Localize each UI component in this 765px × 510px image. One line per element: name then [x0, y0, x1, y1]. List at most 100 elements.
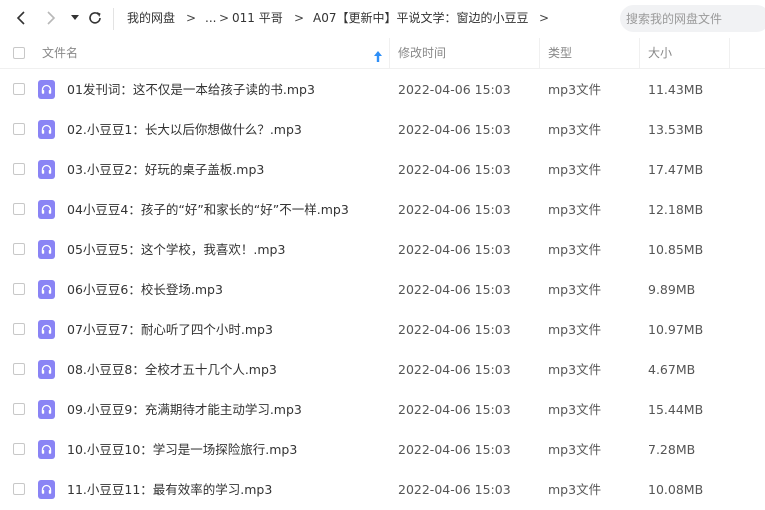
file-name[interactable]: 09.小豆豆9：充满期待才能主动学习.mp3: [67, 402, 302, 418]
audio-file-icon: [38, 280, 55, 299]
audio-file-icon: [38, 440, 55, 459]
file-modified: 2022-04-06 15:03: [398, 322, 511, 337]
row-checkbox[interactable]: [13, 323, 25, 335]
select-all-checkbox[interactable]: [13, 47, 25, 59]
file-row[interactable]: 03.小豆豆2：好玩的桌子盖板.mp3 2022-04-06 15:03 mp3…: [0, 150, 765, 190]
column-header-size[interactable]: 大小: [648, 38, 672, 68]
file-row[interactable]: 09.小豆豆9：充满期待才能主动学习.mp3 2022-04-06 15:03 …: [0, 390, 765, 430]
breadcrumb-separator: >: [294, 11, 305, 25]
row-checkbox[interactable]: [13, 243, 25, 255]
file-type: mp3文件: [548, 162, 602, 177]
file-type: mp3文件: [548, 242, 602, 257]
row-checkbox[interactable]: [13, 283, 25, 295]
audio-file-icon: [38, 400, 55, 419]
file-name[interactable]: 03.小豆豆2：好玩的桌子盖板.mp3: [67, 162, 264, 178]
toolbar-divider: [113, 8, 114, 30]
column-header-name[interactable]: 文件名: [42, 38, 78, 68]
file-modified: 2022-04-06 15:03: [398, 282, 511, 297]
forward-arrow-icon[interactable]: [42, 8, 60, 28]
breadcrumb-ellipsis[interactable]: ...: [205, 10, 216, 26]
audio-file-icon: [38, 240, 55, 259]
breadcrumb-item-level1[interactable]: 011 平哥: [232, 10, 283, 26]
file-modified: 2022-04-06 15:03: [398, 482, 511, 497]
file-list-header: 文件名 修改时间 类型 大小: [0, 38, 765, 69]
back-arrow-icon[interactable]: [12, 8, 30, 28]
audio-file-icon: [38, 120, 55, 139]
column-divider[interactable]: [729, 38, 730, 68]
file-size: 15.44MB: [648, 402, 704, 417]
row-checkbox[interactable]: [13, 203, 25, 215]
file-type: mp3文件: [548, 322, 602, 337]
row-checkbox[interactable]: [13, 163, 25, 175]
file-modified: 2022-04-06 15:03: [398, 442, 511, 457]
file-row[interactable]: 04小豆豆4：孩子的“好”和家长的“好”不一样.mp3 2022-04-06 1…: [0, 190, 765, 230]
search-box: [620, 5, 765, 32]
file-name[interactable]: 10.小豆豆10：学习是一场探险旅行.mp3: [67, 442, 297, 458]
file-name[interactable]: 04小豆豆4：孩子的“好”和家长的“好”不一样.mp3: [67, 202, 349, 218]
file-name[interactable]: 11.小豆豆11：最有效率的学习.mp3: [67, 482, 272, 498]
row-checkbox[interactable]: [13, 403, 25, 415]
file-size: 10.08MB: [648, 482, 704, 497]
file-size: 13.53MB: [648, 122, 704, 137]
file-modified: 2022-04-06 15:03: [398, 82, 511, 97]
file-row[interactable]: 07小豆豆7：耐心听了四个小时.mp3 2022-04-06 15:03 mp3…: [0, 310, 765, 350]
audio-file-icon: [38, 480, 55, 499]
file-name[interactable]: 07小豆豆7：耐心听了四个小时.mp3: [67, 322, 273, 338]
file-type: mp3文件: [548, 202, 602, 217]
file-row[interactable]: 05小豆豆5：这个学校，我喜欢！.mp3 2022-04-06 15:03 mp…: [0, 230, 765, 270]
file-type: mp3文件: [548, 282, 602, 297]
audio-file-icon: [38, 160, 55, 179]
file-size: 9.89MB: [648, 282, 696, 297]
file-size: 12.18MB: [648, 202, 704, 217]
sort-ascending-icon[interactable]: [373, 47, 383, 66]
file-row[interactable]: 08.小豆豆8：全校才五十几个人.mp3 2022-04-06 15:03 mp…: [0, 350, 765, 390]
breadcrumb-item-current[interactable]: A07【更新中】平说文学：窗边的小豆豆: [313, 10, 528, 26]
audio-file-icon: [38, 80, 55, 99]
file-name[interactable]: 01发刊词：这不仅是一本给孩子读的书.mp3: [67, 82, 315, 98]
column-header-modified[interactable]: 修改时间: [398, 38, 446, 68]
file-size: 7.28MB: [648, 442, 696, 457]
file-type: mp3文件: [548, 402, 602, 417]
file-row[interactable]: 02.小豆豆1：长大以后你想做什么？.mp3 2022-04-06 15:03 …: [0, 110, 765, 150]
breadcrumb-separator: >: [186, 11, 197, 25]
breadcrumb-separator: >: [539, 11, 550, 25]
file-size: 10.97MB: [648, 322, 704, 337]
audio-file-icon: [38, 360, 55, 379]
file-type: mp3文件: [548, 82, 602, 97]
file-name[interactable]: 05小豆豆5：这个学校，我喜欢！.mp3: [67, 242, 285, 258]
history-dropdown-icon[interactable]: [68, 8, 82, 28]
file-modified: 2022-04-06 15:03: [398, 402, 511, 417]
file-type: mp3文件: [548, 362, 602, 377]
row-checkbox[interactable]: [13, 363, 25, 375]
column-header-type[interactable]: 类型: [548, 38, 572, 68]
file-size: 10.85MB: [648, 242, 704, 257]
toolbar: 我的网盘 > ... > 011 平哥 > A07【更新中】平说文学：窗边的小豆…: [0, 0, 765, 38]
refresh-icon[interactable]: [86, 8, 104, 28]
row-checkbox[interactable]: [13, 443, 25, 455]
file-type: mp3文件: [548, 442, 602, 457]
file-row[interactable]: 11.小豆豆11：最有效率的学习.mp3 2022-04-06 15:03 mp…: [0, 470, 765, 510]
file-modified: 2022-04-06 15:03: [398, 122, 511, 137]
row-checkbox[interactable]: [13, 123, 25, 135]
file-row[interactable]: 10.小豆豆10：学习是一场探险旅行.mp3 2022-04-06 15:03 …: [0, 430, 765, 470]
file-row[interactable]: 06小豆豆6：校长登场.mp3 2022-04-06 15:03 mp3文件 9…: [0, 270, 765, 310]
file-name[interactable]: 08.小豆豆8：全校才五十几个人.mp3: [67, 362, 277, 378]
file-row[interactable]: 01发刊词：这不仅是一本给孩子读的书.mp3 2022-04-06 15:03 …: [0, 70, 765, 110]
column-divider[interactable]: [639, 38, 640, 68]
file-size: 11.43MB: [648, 82, 704, 97]
row-checkbox[interactable]: [13, 483, 25, 495]
column-divider[interactable]: [539, 38, 540, 68]
row-checkbox[interactable]: [13, 83, 25, 95]
file-name[interactable]: 02.小豆豆1：长大以后你想做什么？.mp3: [67, 122, 302, 138]
search-input[interactable]: [626, 11, 765, 26]
file-type: mp3文件: [548, 482, 602, 497]
file-name[interactable]: 06小豆豆6：校长登场.mp3: [67, 282, 223, 298]
audio-file-icon: [38, 320, 55, 339]
breadcrumb-separator: >: [219, 11, 230, 25]
file-type: mp3文件: [548, 122, 602, 137]
breadcrumb-root[interactable]: 我的网盘: [127, 10, 175, 26]
file-modified: 2022-04-06 15:03: [398, 242, 511, 257]
audio-file-icon: [38, 200, 55, 219]
file-size: 4.67MB: [648, 362, 696, 377]
column-divider[interactable]: [389, 38, 390, 68]
